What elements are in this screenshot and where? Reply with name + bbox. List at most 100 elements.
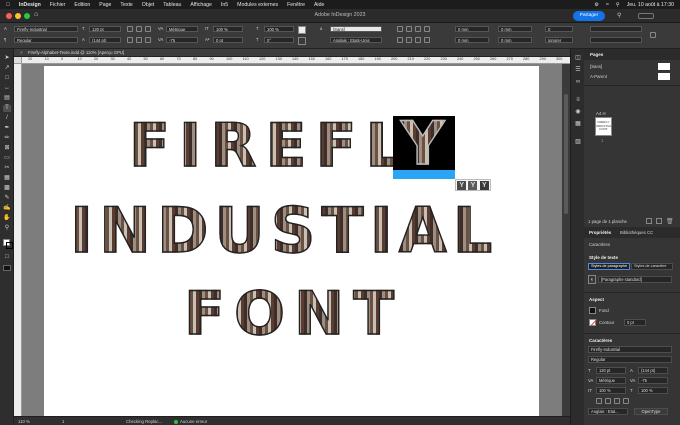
swatches-panel-icon[interactable]: ▦	[574, 121, 582, 128]
prop-font-size[interactable]: 120 pt	[596, 367, 626, 374]
pages-panel-icon[interactable]: ◫	[574, 55, 582, 62]
rectangle-frame-tool-icon[interactable]: ⊠	[3, 145, 11, 152]
gap-tool-icon[interactable]: ↔	[3, 85, 11, 92]
space-after-field[interactable]: 0 mm	[498, 37, 532, 43]
character-style-field[interactable]: [Sans]	[330, 26, 382, 32]
page-tool-icon[interactable]: □	[3, 75, 11, 82]
justify-last-left-icon[interactable]	[406, 37, 412, 43]
note-tool-icon[interactable]: ✎	[3, 195, 11, 202]
document-tab[interactable]: Firefly-Alphabet-Texte.indd @ 110% [Aper…	[28, 50, 124, 55]
prop-font-family[interactable]: Firefly-Industrial	[588, 346, 672, 353]
stroke-panel-icon[interactable]: ≡	[574, 97, 582, 104]
stroke-swatch-icon[interactable]	[298, 37, 306, 45]
selected-glyph-highlight[interactable]: Y	[393, 108, 455, 180]
underline-icon[interactable]	[127, 37, 133, 43]
headline-line-3[interactable]: FONT	[183, 278, 403, 349]
paragraph-styles-button[interactable]: Styles de paragraphe	[588, 263, 630, 270]
stroke-swatch[interactable]	[589, 319, 598, 326]
gradient-tool-icon[interactable]: ▩	[3, 185, 11, 192]
leading-field[interactable]: (144 pt)	[89, 37, 121, 43]
paragraph-mode-icon[interactable]: ¶	[4, 37, 6, 42]
glyph-alternate-3[interactable]: Y	[479, 180, 489, 190]
vertical-ruler[interactable]	[14, 64, 22, 416]
delete-page-icon[interactable]: 🗑	[666, 218, 674, 225]
cc-libraries-icon[interactable]: ▨	[574, 139, 582, 146]
space-before-field[interactable]: 0 mm	[498, 26, 532, 32]
baseline-shift-field[interactable]: 0 pt	[213, 37, 243, 43]
kerning-field[interactable]: Métrique	[166, 26, 198, 32]
menu-tableau[interactable]: Tableau	[163, 2, 181, 8]
prop-vscale[interactable]: 100 %	[596, 387, 626, 394]
font-size-field[interactable]: 120 pt	[89, 26, 121, 32]
small-caps-icon[interactable]	[136, 26, 142, 32]
menubar-datetime[interactable]: Jeu. 10 août à 17:30	[627, 2, 674, 8]
left-indent-field[interactable]: 0 mm	[455, 26, 489, 32]
panel-menu-icon[interactable]	[650, 32, 656, 38]
ruler-origin[interactable]	[14, 57, 22, 64]
scissors-tool-icon[interactable]: ✂	[3, 165, 11, 172]
menu-modules-externes[interactable]: Modules externes	[237, 2, 278, 8]
prop-leading[interactable]: (144 pt)	[638, 367, 668, 374]
selection-tool-icon[interactable]: ➤	[3, 55, 11, 62]
paragraph-style-field[interactable]	[590, 26, 642, 32]
right-indent-field[interactable]: 0 mm	[455, 37, 489, 43]
column-field[interactable]	[590, 37, 642, 43]
direct-selection-tool-icon[interactable]: ↗	[3, 65, 11, 72]
prop-tracking[interactable]: -75	[638, 377, 668, 384]
rectangle-tool-icon[interactable]: ▭	[3, 155, 11, 162]
align-right-icon[interactable]	[415, 26, 421, 32]
color-panel-icon[interactable]: ◉	[574, 109, 582, 116]
character-styles-button[interactable]: Styles de caractère	[631, 263, 673, 270]
glyph-alternate-1[interactable]: Y	[457, 180, 467, 190]
pages-item-a-parent[interactable]: A-Parent	[590, 74, 607, 79]
drop-cap-field[interactable]: 0	[545, 26, 573, 32]
menu-app-name[interactable]: InDesign	[19, 2, 41, 8]
apple-menu-icon[interactable]: 	[6, 2, 10, 8]
selected-glyph[interactable]: Y	[400, 108, 445, 179]
page-1-number[interactable]: 1	[601, 138, 603, 143]
stroke-weight-field[interactable]: 0 pt	[624, 319, 646, 326]
fill-swatch[interactable]	[589, 307, 596, 314]
pages-item-none[interactable]: [Sans]	[590, 64, 602, 69]
horizontal-scale-field[interactable]: 100 %	[264, 26, 294, 32]
tracking-field[interactable]: -75	[166, 37, 198, 43]
cc-libraries-tab[interactable]: Bibliothèques CC	[620, 230, 653, 235]
layers-panel-icon[interactable]: ☰	[574, 67, 582, 74]
hyphenation-field[interactable]: Ignorer	[545, 37, 573, 43]
zoom-tool-icon[interactable]: ⚲	[3, 225, 11, 232]
zoom-level[interactable]: 110 %	[18, 419, 30, 424]
menu-fichier[interactable]: Fichier	[50, 2, 66, 8]
properties-tab[interactable]: Propriétés	[589, 230, 611, 235]
screen-mode-icon[interactable]	[3, 265, 11, 271]
document-page[interactable]: FIREFL Y Y Y Y INDUSTIAL FONT	[44, 66, 539, 416]
stroke-color-icon[interactable]	[6, 242, 13, 249]
a-parent-thumbnail[interactable]	[658, 73, 670, 80]
skew-field[interactable]: 0°	[264, 37, 294, 43]
formatting-container-icon[interactable]: □	[3, 254, 11, 261]
new-page-icon[interactable]	[656, 218, 662, 224]
menu-affichage[interactable]: Affichage	[190, 2, 212, 8]
menu-aide[interactable]: Aide	[314, 2, 324, 8]
type-tool-icon[interactable]: T	[3, 105, 11, 112]
content-collector-icon[interactable]: ▤	[3, 95, 11, 102]
justify-all-icon[interactable]	[424, 37, 430, 43]
vertical-scale-field[interactable]: 100 %	[213, 26, 243, 32]
prop-font-style[interactable]: Regular	[588, 356, 672, 363]
page-1-thumbnail[interactable]: FIREFLY INDUSTIAL FONT	[595, 117, 612, 136]
font-style-field[interactable]: Regular	[14, 37, 78, 43]
prop-superscript-icon[interactable]	[614, 398, 620, 404]
menu-page[interactable]: Page	[99, 2, 111, 8]
horizontal-ruler[interactable]: 20 10 0 10 20 30 40 50 60 70 80 90 100 110 120 130 140 15…	[22, 57, 570, 64]
strikethrough-icon[interactable]	[136, 37, 142, 43]
justify-icon[interactable]	[424, 26, 430, 32]
font-family-field[interactable]: Firefly-Industrial	[14, 26, 78, 32]
prop-language[interactable]: Anglais : Etat...	[588, 408, 628, 415]
prop-kerning[interactable]: Métrique	[596, 377, 626, 384]
close-tab-icon[interactable]: ×	[20, 50, 23, 55]
menu-texte[interactable]: Texte	[120, 2, 132, 8]
menu-objet[interactable]: Objet	[142, 2, 154, 8]
glyph-alternate-2[interactable]: Y	[468, 180, 478, 190]
search-icon[interactable]: ⚲	[617, 12, 625, 20]
free-transform-tool-icon[interactable]: ▦	[3, 175, 11, 182]
menu-edition[interactable]: Edition	[74, 2, 90, 8]
